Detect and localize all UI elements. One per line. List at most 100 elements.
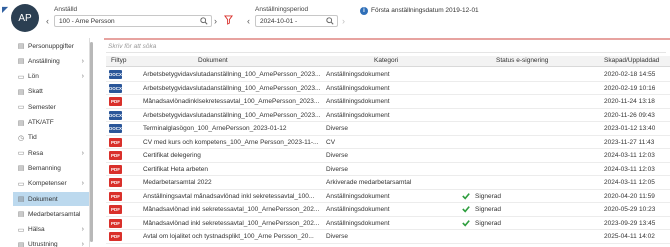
document-name[interactable]: Terminalglasögon_100_ArnePersson_2023-01… [143, 125, 333, 132]
sidebar-item-anställning[interactable]: ▤ Anställning › [13, 54, 89, 68]
period-label: Anställningsperiod [255, 6, 309, 13]
chevron-right-icon: › [81, 180, 84, 188]
collapse-arrow-icon[interactable]: ◤ [2, 6, 10, 14]
table-row[interactable]: PDF CV med kurs och kompetens_100_Arne Pe… [106, 136, 670, 149]
sidebar-item-atk-atf[interactable]: ▤ ATK/ATF [13, 116, 89, 130]
period-select[interactable]: 2024-10-01 - [255, 15, 338, 27]
document-name[interactable]: Arbetsbetygvidavslutadanställning_100_Ar… [143, 112, 333, 119]
sidebar-item-medarbetarsamtal[interactable]: ▤ Medarbetarsamtal [13, 207, 89, 221]
period-value: 2024-10-01 - [260, 17, 298, 25]
vacation-icon: ▭ [17, 104, 25, 112]
document-name[interactable]: Certifikat Heta arbeten [143, 166, 333, 173]
created-date: 2020-04-20 11:59 [604, 192, 655, 200]
sidebar-item-utrustning[interactable]: ▤ Utrustning › [13, 238, 89, 247]
scrollbar-thumb[interactable] [90, 42, 93, 242]
sidebar-item-label: Personuppgifter [28, 42, 74, 50]
employee-select[interactable]: 100 - Arne Persson [54, 15, 212, 27]
document-name[interactable]: CV med kurs och kompetens_100_Arne Perss… [143, 139, 333, 146]
document-category: Anställningsdokument [326, 219, 390, 227]
sidebar-item-label: Bemanning [28, 164, 61, 172]
document-category: Diverse [326, 152, 349, 159]
sidebar-item-label: Anställning [28, 57, 60, 65]
document-icon: ▤ [17, 196, 25, 203]
table-row[interactable]: PDF Anställningsavtal månadsavlönad inkl … [106, 190, 670, 203]
sidebar-item-label: Hälsa [28, 226, 45, 234]
table-row[interactable]: PDF Månadsavlönadinklsekretessavtal_100_A… [106, 95, 670, 109]
checkmark-icon [462, 206, 470, 213]
table-row[interactable]: DOCX Terminalglasögon_100_ArnePersson_202… [106, 122, 670, 136]
table-header: Filtyp Dokument Kategori Status e-signer… [106, 56, 670, 67]
document-name[interactable]: Månadsavlönadinklsekretessavtal_100_Arne… [143, 98, 333, 105]
pdf-file-icon: PDF [109, 97, 122, 106]
sidebar-item-skatt[interactable]: ▤ Skatt [13, 85, 89, 99]
chevron-right-icon: › [81, 241, 84, 247]
sidebar-item-lön[interactable]: ▭ Lön › [13, 70, 89, 84]
table-row[interactable]: DOCX Arbetsbetygvidavslutadanställning_10… [106, 82, 670, 95]
sidebar-item-label: Kompetenser [28, 180, 67, 188]
document-category: CV [326, 138, 336, 146]
sidebar: ▤ Personuppgifter ▤ Anställning › ▭ Lön › ▤ Skatt… [13, 38, 90, 247]
first-employment-date: Första anställningsdatum 2019-12-01 [371, 7, 479, 14]
table-row[interactable]: PDF Månadsavlönad inkl sekretessavtal_100… [106, 203, 670, 217]
sidebar-item-bemanning[interactable]: ▤ Bemanning [13, 161, 89, 175]
table-row[interactable]: DOCX Arbetsbetygvidavslutadanställning_10… [106, 68, 670, 82]
document-category: Anställningsdokument [326, 111, 390, 119]
next-employee-icon[interactable]: › [214, 16, 217, 26]
document-name[interactable]: Arbetsbetygvidavslutadanställning_100_Ar… [143, 85, 333, 92]
sidebar-item-label: Semester [28, 103, 56, 111]
document-name[interactable]: Avtal om lojalitet och tystnadsplikt_100… [143, 233, 333, 240]
sidebar-item-label: Tid [28, 134, 37, 142]
column-filetype[interactable]: Filtyp [111, 57, 127, 64]
document-name[interactable]: Anställningsavtal månadsavlönad inkl sek… [143, 193, 333, 200]
document-name[interactable]: Medarbetarsamtal 2022 [143, 179, 333, 186]
created-date: 2020-11-26 09:43 [604, 111, 655, 119]
chevron-right-icon: › [81, 73, 84, 81]
sidebar-item-kompetenser[interactable]: ▭ Kompetenser › [13, 177, 89, 191]
search-icon [200, 17, 208, 25]
prev-period-icon[interactable]: ‹ [247, 16, 250, 26]
document-category: Anställningsdokument [326, 84, 390, 92]
search-input[interactable]: Skriv för att söka [106, 42, 666, 53]
table-row[interactable]: PDF Månadsavlönad inkl sekretessavtal_100… [106, 217, 670, 230]
document-name[interactable]: Arbetsbetygvidavslutadanställning_100_Ar… [143, 71, 333, 78]
table-row[interactable]: PDF Certifikat Heta arbeten Diverse 2024-03… [106, 163, 670, 176]
pdf-file-icon: PDF [109, 164, 122, 174]
sidebar-item-tid[interactable]: ◷ Tid [13, 131, 89, 145]
column-category[interactable]: Kategori [374, 57, 398, 64]
table-row[interactable]: PDF Certifikat delegering Diverse 2024-03-1… [106, 149, 670, 163]
document-name[interactable]: Månadsavlönad inkl sekretessavtal_100_Ar… [143, 220, 333, 227]
docx-file-icon: DOCX [109, 110, 123, 120]
next-period-icon[interactable]: › [342, 16, 345, 26]
sidebar-item-hälsa[interactable]: ▭ Hälsa › [13, 223, 89, 237]
table-row[interactable]: PDF Medarbetarsamtal 2022 Arkiverade medar… [106, 176, 670, 190]
travel-icon: ▭ [17, 150, 25, 158]
column-status[interactable]: Status e-signering [496, 57, 548, 64]
avatar: AP [11, 4, 39, 32]
salary-icon: ▭ [17, 73, 25, 81]
column-created[interactable]: Skapad/Uppladdad [604, 57, 659, 64]
document-category: Diverse [326, 233, 349, 240]
document-name[interactable]: Certifikat delegering [143, 152, 333, 159]
sidebar-item-dokument[interactable]: ▤ Dokument [13, 192, 89, 206]
chevron-right-icon: › [81, 149, 84, 157]
atk-icon: ▤ [17, 119, 25, 127]
docx-file-icon: DOCX [109, 83, 123, 93]
created-date: 2020-11-24 13:18 [604, 98, 655, 105]
document-category: Arkiverade medarbetarsamtal [326, 179, 412, 186]
sidebar-scrollbar[interactable] [90, 38, 94, 247]
sidebar-item-semester[interactable]: ▭ Semester [13, 100, 89, 114]
table-row[interactable]: PDF Avtal om lojalitet och tystnadsplikt_… [106, 230, 670, 244]
sidebar-item-personuppgifter[interactable]: ▤ Personuppgifter [13, 39, 89, 53]
document-name[interactable]: Månadsavlönad inkl sekretessavtal_100_Ar… [143, 206, 333, 213]
created-date: 2025-04-11 14:02 [604, 233, 655, 240]
docx-file-icon: DOCX [109, 124, 123, 133]
created-date: 2024-03-11 12:05 [604, 179, 655, 186]
document-category: Anställningsdokument [326, 71, 390, 78]
sidebar-item-resa[interactable]: ▭ Resa › [13, 146, 89, 160]
table-row[interactable]: DOCX Arbetsbetygvidavslutadanställning_10… [106, 109, 670, 122]
sidebar-item-label: ATK/ATF [28, 119, 54, 126]
prev-employee-icon[interactable]: ‹ [46, 16, 49, 26]
column-document[interactable]: Dokument [198, 57, 228, 64]
filter-icon[interactable] [224, 15, 233, 25]
equipment-icon: ▤ [17, 241, 25, 247]
